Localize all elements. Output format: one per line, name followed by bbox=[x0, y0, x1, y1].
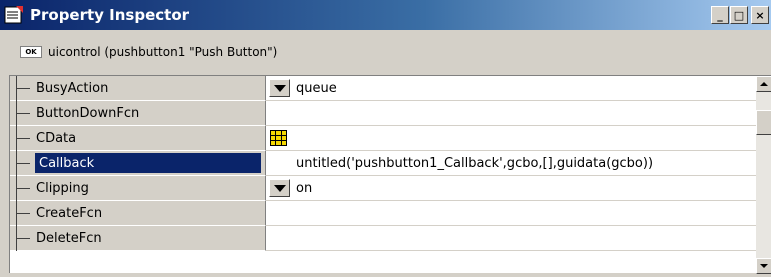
minimize-button[interactable]: _ bbox=[711, 6, 729, 24]
tree-branch bbox=[16, 138, 30, 139]
property-row-callback[interactable]: Callback untitled('pushbutton1_Callback'… bbox=[10, 151, 756, 176]
window-title: Property Inspector bbox=[30, 6, 190, 24]
array-editor-icon[interactable] bbox=[270, 130, 287, 146]
property-name-cell[interactable]: CData bbox=[10, 126, 266, 151]
property-value-cell[interactable]: on bbox=[266, 176, 756, 201]
property-row-deletefcn[interactable]: DeleteFcn bbox=[10, 226, 756, 251]
property-grid: BusyAction queue ButtonDownFcn CData Cal… bbox=[9, 75, 771, 274]
maximize-button[interactable]: □ bbox=[730, 6, 748, 24]
property-inspector-window: Property Inspector _ □ × OK uicontrol (p… bbox=[0, 0, 771, 277]
property-value: on bbox=[296, 181, 313, 196]
property-value: untitled('pushbutton1_Callback',gcbo,[],… bbox=[296, 156, 654, 171]
title-bar[interactable]: Property Inspector _ □ × bbox=[0, 0, 771, 30]
tree-branch bbox=[16, 163, 30, 164]
property-name: Clipping bbox=[36, 181, 89, 196]
property-value-cell[interactable] bbox=[266, 101, 756, 126]
arrow-up-icon bbox=[760, 82, 768, 86]
property-value: queue bbox=[296, 81, 337, 96]
property-row-clipping[interactable]: Clipping on bbox=[10, 176, 756, 201]
object-bar: OK uicontrol (pushbutton1 "Push Button") bbox=[0, 33, 771, 71]
close-icon: × bbox=[755, 8, 765, 22]
tree-branch bbox=[16, 113, 30, 114]
property-name-cell[interactable]: Clipping bbox=[10, 176, 266, 201]
property-value-cell[interactable] bbox=[266, 126, 756, 151]
property-row-createfcn[interactable]: CreateFcn bbox=[10, 201, 756, 226]
chevron-down-icon bbox=[273, 184, 286, 192]
property-name-cell[interactable]: DeleteFcn bbox=[10, 226, 266, 251]
tree-branch bbox=[16, 188, 30, 189]
property-value-cell[interactable] bbox=[266, 201, 756, 226]
scroll-down-button[interactable] bbox=[756, 258, 771, 274]
property-value-cell[interactable]: queue bbox=[266, 76, 756, 101]
property-name-cell[interactable]: BusyAction bbox=[10, 76, 266, 101]
property-name: CData bbox=[36, 131, 77, 146]
vertical-scrollbar[interactable] bbox=[756, 76, 771, 274]
property-row-busyaction[interactable]: BusyAction queue bbox=[10, 76, 756, 101]
property-name-cell[interactable]: Callback bbox=[10, 151, 266, 176]
property-name: BusyAction bbox=[36, 81, 109, 96]
arrow-down-icon bbox=[760, 264, 768, 268]
dropdown-button[interactable] bbox=[269, 79, 290, 97]
property-name-cell[interactable]: ButtonDownFcn bbox=[10, 101, 266, 126]
property-row-buttondownfcn[interactable]: ButtonDownFcn bbox=[10, 101, 756, 126]
tree-branch bbox=[16, 238, 30, 239]
property-value-cell[interactable]: untitled('pushbutton1_Callback',gcbo,[],… bbox=[266, 151, 756, 176]
property-name: CreateFcn bbox=[36, 206, 103, 221]
object-label: uicontrol (pushbutton1 "Push Button") bbox=[48, 45, 278, 59]
minimize-icon: _ bbox=[717, 8, 723, 22]
dropdown-button[interactable] bbox=[269, 179, 290, 197]
property-name: DeleteFcn bbox=[36, 231, 102, 246]
pushbutton-icon: OK bbox=[20, 46, 42, 58]
scroll-up-button[interactable] bbox=[756, 76, 771, 92]
tree-branch bbox=[16, 213, 30, 214]
property-value-cell[interactable] bbox=[266, 226, 756, 251]
tree-branch bbox=[16, 88, 30, 89]
property-row-cdata[interactable]: CData bbox=[10, 126, 756, 151]
property-name: Callback bbox=[35, 153, 261, 173]
maximize-icon: □ bbox=[733, 8, 745, 22]
scrollbar-thumb[interactable] bbox=[756, 110, 771, 135]
property-name: ButtonDownFcn bbox=[36, 106, 140, 121]
close-button[interactable]: × bbox=[751, 6, 769, 24]
property-inspector-icon bbox=[4, 5, 24, 25]
property-name-cell[interactable]: CreateFcn bbox=[10, 201, 266, 226]
chevron-down-icon bbox=[273, 84, 286, 92]
